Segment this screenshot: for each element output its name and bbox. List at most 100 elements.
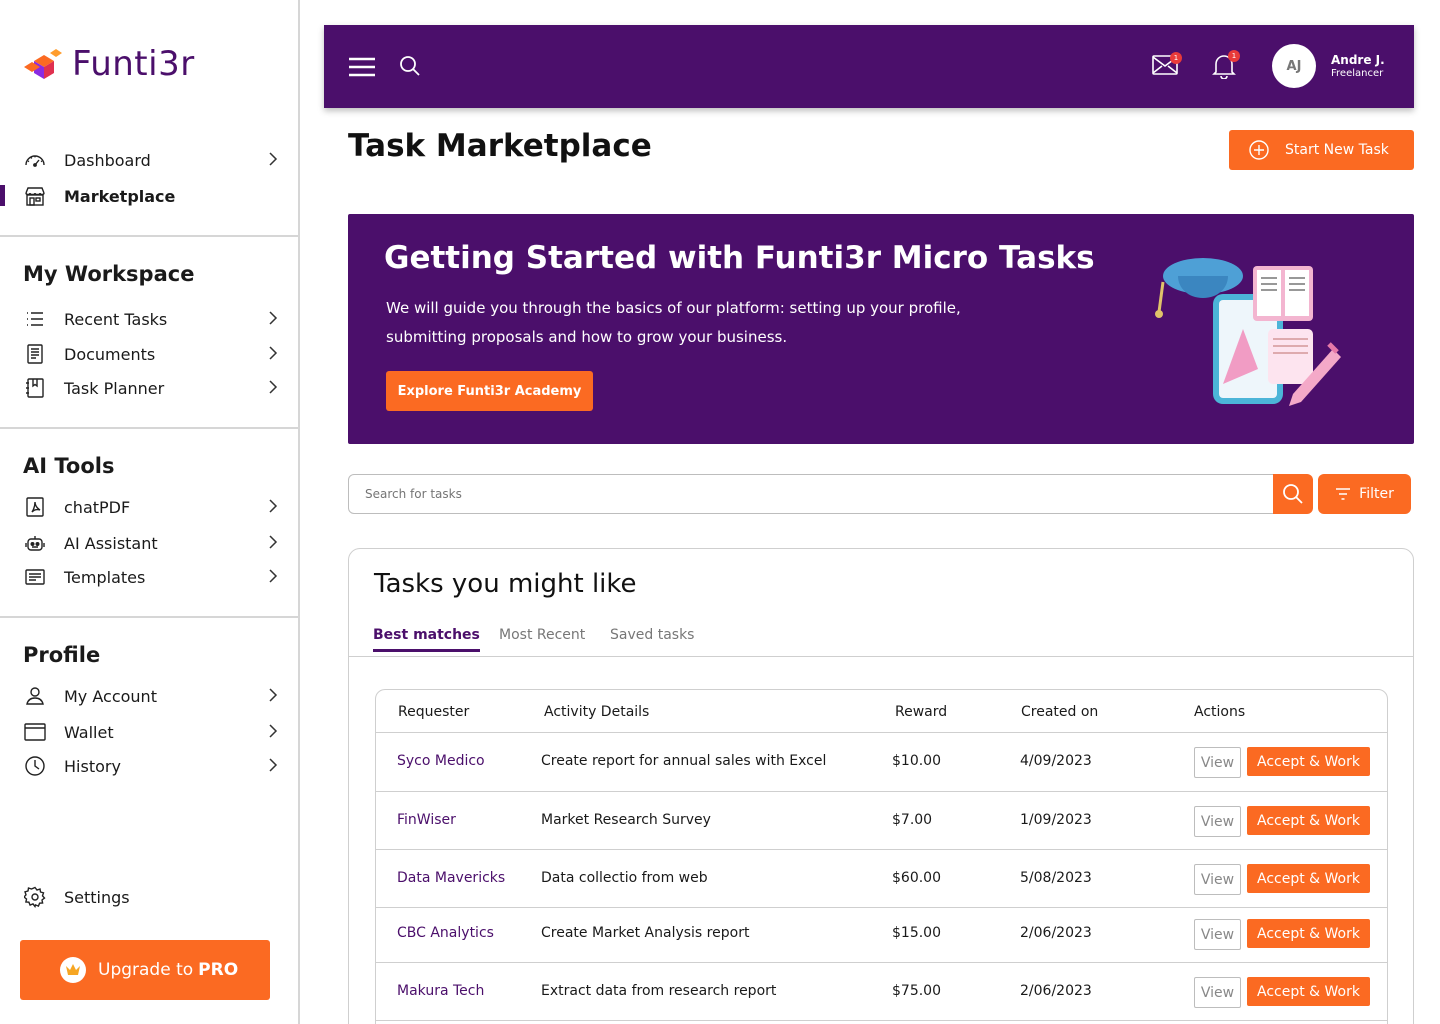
- created-date: 2/06/2023: [1020, 925, 1092, 941]
- chevron-right-icon: [269, 380, 278, 394]
- bell-badge: 1: [1228, 50, 1240, 62]
- user-name: Andre J.: [1331, 53, 1385, 67]
- chevron-right-icon: [269, 569, 278, 583]
- requester-link[interactable]: CBC Analytics: [397, 925, 494, 941]
- search-button[interactable]: [1273, 474, 1313, 514]
- accept-work-button[interactable]: Accept & Work: [1247, 747, 1370, 776]
- chevron-right-icon: [269, 311, 278, 325]
- sidebar-item-label: Task Planner: [64, 378, 165, 398]
- wallet-icon: [24, 721, 46, 743]
- notifications-button[interactable]: 1: [1212, 50, 1240, 83]
- filter-button[interactable]: Filter: [1318, 474, 1411, 514]
- start-new-task-label: Start New Task: [1285, 142, 1389, 158]
- sidebar-item-label: My Account: [64, 686, 157, 706]
- search-input[interactable]: [348, 474, 1274, 514]
- view-button[interactable]: View: [1194, 977, 1241, 1008]
- requester-link[interactable]: Syco Medico: [397, 753, 485, 769]
- requester-link[interactable]: Data Mavericks: [397, 870, 505, 886]
- logo[interactable]: Funti3r: [24, 44, 195, 84]
- chevron-right-icon: [269, 688, 278, 702]
- sidebar-item-chatpdf[interactable]: chatPDF: [24, 492, 280, 522]
- requester-link[interactable]: Makura Tech: [397, 983, 484, 999]
- activity-details: Create Market Analysis report: [541, 925, 750, 941]
- sidebar-item-history[interactable]: History: [24, 751, 280, 781]
- sidebar-item-wallet[interactable]: Wallet: [24, 717, 280, 747]
- sidebar-divider: [0, 235, 300, 237]
- active-indicator: [0, 185, 5, 206]
- accept-work-button[interactable]: Accept & Work: [1247, 977, 1370, 1006]
- view-button[interactable]: View: [1194, 864, 1241, 895]
- sidebar-item-settings[interactable]: Settings: [24, 882, 280, 912]
- tasks-tabs: Best matches Most Recent Saved tasks: [349, 627, 1413, 657]
- table-row: Syco Medico Create report for annual sal…: [376, 732, 1387, 791]
- upgrade-pro-button[interactable]: Upgrade to PRO: [20, 940, 270, 1000]
- requester-link[interactable]: FinWiser: [397, 812, 456, 828]
- view-button[interactable]: View: [1194, 747, 1241, 778]
- banner-text: We will guide you through the basics of …: [386, 299, 961, 346]
- section-title-profile: Profile: [23, 643, 101, 667]
- section-title-workspace: My Workspace: [23, 262, 195, 286]
- reward: $7.00: [892, 812, 933, 828]
- upgrade-label: Upgrade to: [98, 960, 194, 980]
- view-button[interactable]: View: [1194, 919, 1241, 950]
- activity-details: Data collectio from web: [541, 870, 708, 886]
- sidebar-item-recent-tasks[interactable]: Recent Tasks: [24, 304, 280, 334]
- activity-details: Market Research Survey: [541, 812, 711, 828]
- created-date: 4/09/2023: [1020, 753, 1092, 769]
- tab-best-matches[interactable]: Best matches: [373, 627, 480, 652]
- sidebar-item-ai-assistant[interactable]: AI Assistant: [24, 528, 280, 558]
- store-icon: [24, 185, 46, 207]
- tab-saved-tasks[interactable]: Saved tasks: [610, 627, 694, 651]
- robot-icon: [24, 532, 46, 554]
- graduation-books-illustration: [1155, 258, 1341, 406]
- logo-text: Funti3r: [72, 44, 195, 84]
- sidebar: Funti3r Dashboard Marketplace My Workspa…: [0, 0, 300, 1024]
- sidebar-item-label: Templates: [64, 567, 146, 587]
- plus-circle-icon: [1249, 140, 1269, 160]
- crown-icon: [60, 957, 86, 983]
- gear-icon: [24, 886, 46, 908]
- chevron-right-icon: [269, 346, 278, 360]
- accept-work-button[interactable]: Accept & Work: [1247, 864, 1370, 893]
- search-icon[interactable]: [399, 55, 421, 77]
- logo-mark-icon: [24, 49, 62, 79]
- sidebar-item-my-account[interactable]: My Account: [24, 681, 280, 711]
- avatar[interactable]: AJ: [1272, 44, 1316, 88]
- column-header-reward: Reward: [895, 704, 948, 720]
- reward: $15.00: [892, 925, 941, 941]
- activity-details: Extract data from research report: [541, 983, 777, 999]
- tab-most-recent[interactable]: Most Recent: [499, 627, 585, 651]
- sidebar-item-task-planner[interactable]: Task Planner: [24, 373, 280, 403]
- table-row: [376, 1020, 1387, 1024]
- filter-icon: [1336, 488, 1351, 500]
- sidebar-item-label: Dashboard: [64, 150, 151, 170]
- sidebar-item-templates[interactable]: Templates: [24, 562, 280, 592]
- sidebar-item-documents[interactable]: Documents: [24, 339, 280, 369]
- template-icon: [24, 566, 46, 588]
- sidebar-divider: [0, 616, 300, 618]
- start-new-task-button[interactable]: Start New Task: [1229, 130, 1414, 170]
- hamburger-menu-icon[interactable]: [349, 57, 375, 77]
- planner-icon: [24, 377, 46, 399]
- page-title: Task Marketplace: [348, 128, 652, 164]
- filter-label: Filter: [1359, 486, 1394, 502]
- accept-work-button[interactable]: Accept & Work: [1247, 806, 1370, 835]
- sidebar-item-marketplace[interactable]: Marketplace: [24, 181, 280, 211]
- section-title-ai-tools: AI Tools: [23, 454, 115, 478]
- document-icon: [24, 343, 46, 365]
- view-button[interactable]: View: [1194, 806, 1241, 837]
- messages-button[interactable]: 1: [1152, 52, 1182, 79]
- sidebar-divider: [0, 427, 300, 429]
- chevron-right-icon: [269, 152, 278, 166]
- sidebar-item-dashboard[interactable]: Dashboard: [24, 145, 280, 175]
- explore-academy-button[interactable]: Explore Funti3r Academy: [386, 371, 593, 411]
- table-row: Makura Tech Extract data from research r…: [376, 962, 1387, 1020]
- column-header-activity-details: Activity Details: [544, 704, 650, 720]
- clock-icon: [24, 755, 46, 777]
- sidebar-item-label: Wallet: [64, 722, 114, 742]
- mail-badge: 1: [1170, 52, 1182, 64]
- sidebar-item-label: AI Assistant: [64, 533, 158, 553]
- reward: $10.00: [892, 753, 941, 769]
- user-icon: [24, 685, 46, 707]
- accept-work-button[interactable]: Accept & Work: [1247, 919, 1370, 948]
